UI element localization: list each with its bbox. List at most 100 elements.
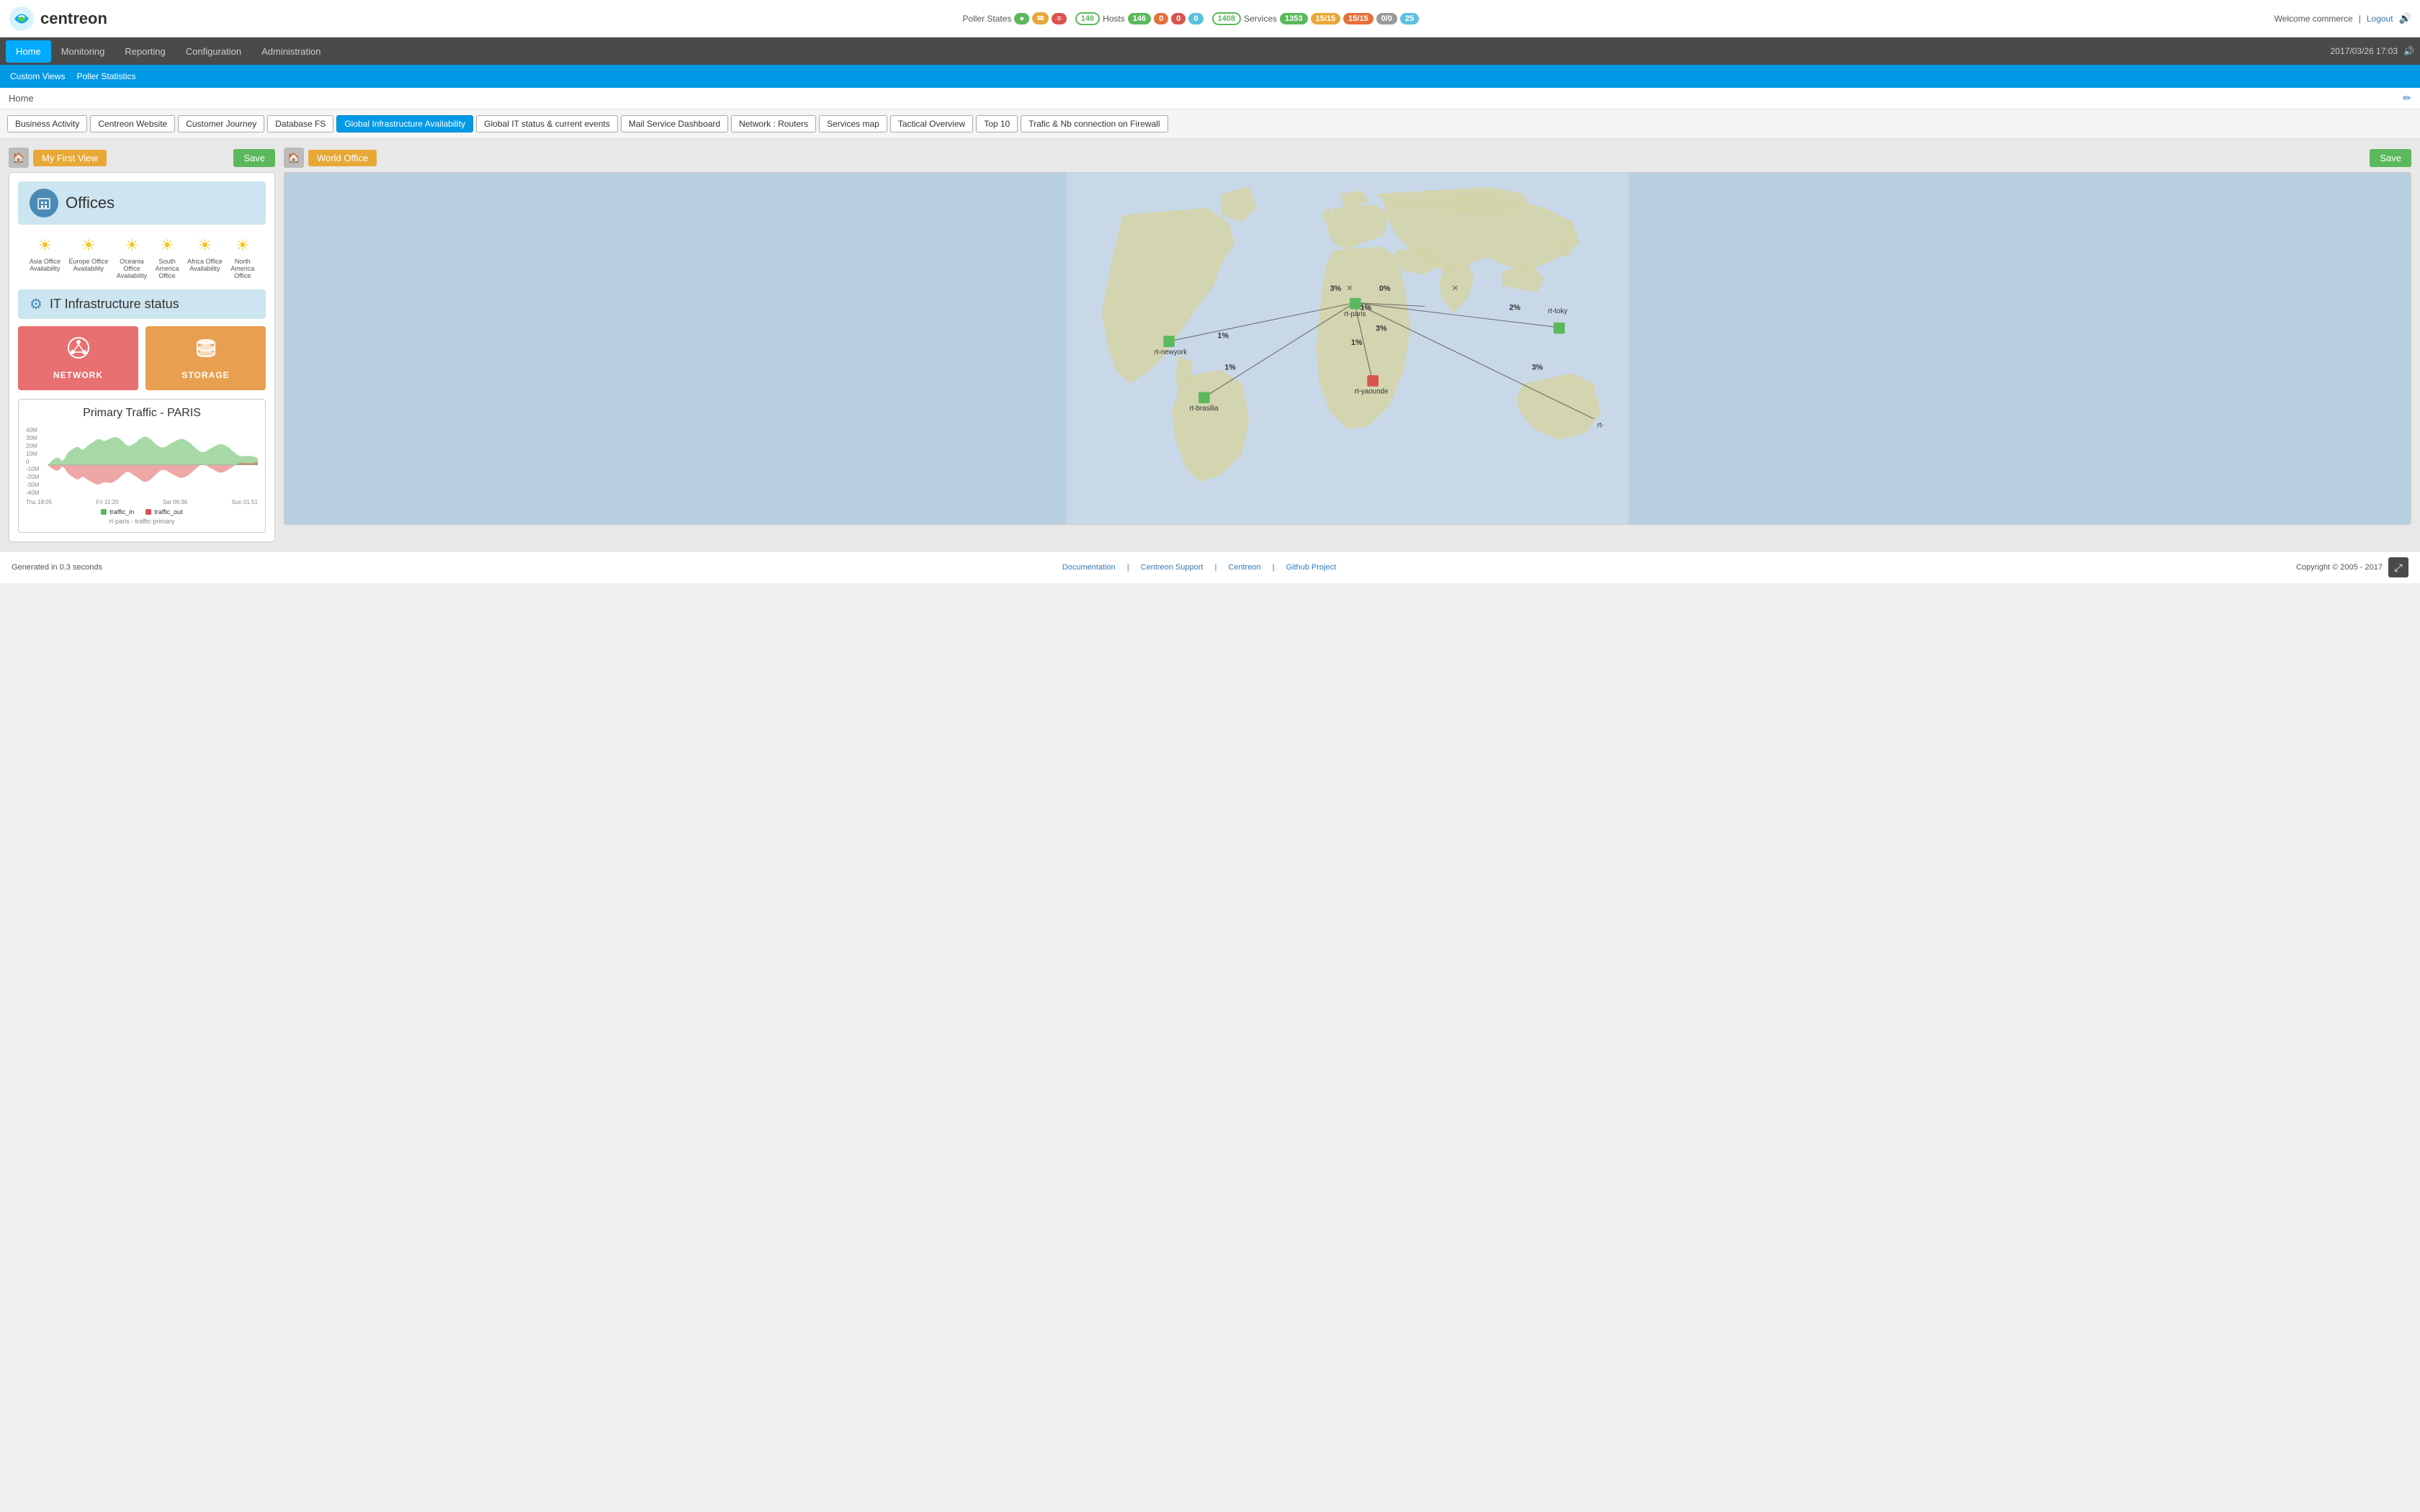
subnav-custom-views[interactable]: Custom Views <box>6 70 69 83</box>
tab-mail-service[interactable]: Mail Service Dashboard <box>621 115 728 132</box>
tab-network-routers[interactable]: Network : Routers <box>731 115 816 132</box>
svg-text:3%: 3% <box>1330 284 1342 293</box>
sub-nav: Custom Views Poller Statistics <box>0 65 2420 88</box>
legend-out-dot <box>145 509 151 515</box>
office-item-africa: ☀ Africa OfficeAvailability <box>187 236 223 279</box>
edit-icon[interactable]: ✏ <box>2403 92 2411 104</box>
office-item-asia: ☀ Asia OfficeAvailability <box>30 236 60 279</box>
poller-states-group: Poller States ● ✉ ≡ <box>962 12 1066 24</box>
logo-icon <box>9 6 35 32</box>
office-item-north-america: ☀ NorthAmericaOffice <box>230 236 254 279</box>
office-label-north-america: NorthAmericaOffice <box>230 258 254 279</box>
right-save-button[interactable]: Save <box>2370 149 2411 167</box>
y-label-n10m: -10M <box>26 466 48 472</box>
sun-icon-south-america: ☀ <box>160 236 174 255</box>
svg-text:rt-brasilia: rt-brasilia <box>1189 405 1219 413</box>
sun-icon-oceania: ☀ <box>125 236 139 255</box>
datetime-text: 2017/03/26 17:03 <box>2331 46 2398 56</box>
left-home-button[interactable]: 🏠 <box>9 148 29 168</box>
subnav-poller-statistics[interactable]: Poller Statistics <box>72 70 140 83</box>
breadcrumb: Home <box>9 93 34 104</box>
left-view-title: My First View <box>33 150 107 166</box>
svg-text:1%: 1% <box>1351 338 1363 347</box>
services-label: Services <box>1244 14 1277 24</box>
footer-support[interactable]: Centreon Support <box>1141 563 1204 572</box>
right-view-title: World Office <box>308 150 377 166</box>
svg-text:1%: 1% <box>1224 363 1236 372</box>
tab-database-fs[interactable]: Database FS <box>267 115 333 132</box>
tab-business-activity[interactable]: Business Activity <box>7 115 87 132</box>
speaker-icon[interactable]: 🔊 <box>2399 12 2411 24</box>
sun-icon-africa: ☀ <box>198 236 212 255</box>
legend-in-label: traffic_in <box>109 508 134 516</box>
copyright-text: Copyright © 2005 - 2017 <box>2296 563 2383 572</box>
network-icon <box>67 336 90 364</box>
dashboard-tabs: Business Activity Centreon Website Custo… <box>0 109 2420 139</box>
logout-link[interactable]: Logout <box>2367 14 2393 24</box>
nav-home[interactable]: Home <box>6 40 51 63</box>
right-view-header: 🏠 World Office Save <box>284 148 2411 168</box>
storage-box[interactable]: STORAGE <box>145 326 266 390</box>
infra-header: ⚙ IT Infrastructure status <box>18 289 266 319</box>
services-w4-badge: 25 <box>1400 13 1419 24</box>
logo-text: centreon <box>40 9 107 28</box>
hosts-w1-badge: 0 <box>1154 13 1168 24</box>
tab-traffic-firewall[interactable]: Trafic & Nb connection on Firewall <box>1021 115 1168 132</box>
svg-text:✕: ✕ <box>1451 284 1458 293</box>
services-ok-badge: 1353 <box>1280 13 1307 24</box>
footer-github[interactable]: Github Project <box>1286 563 1336 572</box>
welcome-text: Welcome commerce <box>2275 14 2353 24</box>
nav-reporting[interactable]: Reporting <box>115 40 175 63</box>
fullscreen-button[interactable]: ⤢ <box>2388 557 2408 577</box>
y-label-n40m: -40M <box>26 490 48 496</box>
chart-svg <box>48 426 258 491</box>
network-box[interactable]: NETWORK <box>18 326 138 390</box>
footer-centreon[interactable]: Centreon <box>1228 563 1260 572</box>
office-item-europe: ☀ Europe OfficeAvailability <box>68 236 108 279</box>
tab-centreon-website[interactable]: Centreon Website <box>90 115 175 132</box>
poller-states-label: Poller States <box>962 14 1011 24</box>
infra-title: IT Infrastructure status <box>50 297 179 312</box>
left-view-content: Offices ☀ Asia OfficeAvailability ☀ Euro… <box>9 172 275 542</box>
office-item-south-america: ☀ SouthAmericaOffice <box>156 236 179 279</box>
services-group: 1408 Services 1353 15/15 15/15 0/0 25 <box>1212 12 1420 25</box>
right-home-button[interactable]: 🏠 <box>284 148 304 168</box>
footer-documentation[interactable]: Documentation <box>1062 563 1116 572</box>
poller-badge-red: ≡ <box>1052 13 1066 24</box>
tab-global-infra[interactable]: Global Infrastructure Availability <box>336 115 473 132</box>
y-label-0: 0 <box>26 459 48 465</box>
chart-footer: Thu 18:05 Fri 11:20 Sat 06:36 Sun 01:51 <box>26 499 258 505</box>
infra-icon: ⚙ <box>30 295 42 313</box>
left-view-header: 🏠 My First View Save <box>9 148 275 168</box>
svg-text:1%: 1% <box>1361 303 1372 312</box>
traffic-title: Primary Traffic - PARIS <box>26 407 258 420</box>
user-area: Welcome commerce | Logout 🔊 <box>2275 12 2411 24</box>
tab-customer-journey[interactable]: Customer Journey <box>178 115 264 132</box>
x-label-thu: Thu 18:05 <box>26 499 52 505</box>
tab-global-it-status[interactable]: Global IT status & current events <box>476 115 618 132</box>
nav-configuration[interactable]: Configuration <box>176 40 251 63</box>
sun-icon-asia: ☀ <box>38 236 53 255</box>
services-w1-badge: 15/15 <box>1311 13 1341 24</box>
storage-icon <box>194 336 218 364</box>
tab-tactical-overview[interactable]: Tactical Overview <box>890 115 973 132</box>
svg-text:1%: 1% <box>1217 331 1229 340</box>
svg-text:rt-newyork: rt-newyork <box>1155 348 1188 356</box>
svg-text:rt-: rt- <box>1597 421 1603 429</box>
legend-out-label: traffic_out <box>154 508 182 516</box>
tab-top-10[interactable]: Top 10 <box>976 115 1018 132</box>
tab-services-map[interactable]: Services map <box>819 115 887 132</box>
svg-text:0%: 0% <box>1379 284 1391 293</box>
breadcrumb-bar: Home ✏ <box>0 88 2420 109</box>
top-bar: centreon Poller States ● ✉ ≡ 146 Hosts 1… <box>0 0 2420 37</box>
y-label-20m: 20M <box>26 443 48 449</box>
left-save-button[interactable]: Save <box>233 149 275 167</box>
svg-text:rt-yaounde: rt-yaounde <box>1355 387 1389 395</box>
x-label-sat: Sat 06:36 <box>163 499 187 505</box>
storage-label: STORAGE <box>182 370 229 380</box>
chart-legend: traffic_in traffic_out <box>26 508 258 516</box>
nav-administration[interactable]: Administration <box>251 40 331 63</box>
nav-monitoring[interactable]: Monitoring <box>51 40 115 63</box>
services-total-badge: 1408 <box>1212 12 1241 25</box>
main-content: 🏠 My First View Save Offices ☀ Asia Offi… <box>0 139 2420 551</box>
